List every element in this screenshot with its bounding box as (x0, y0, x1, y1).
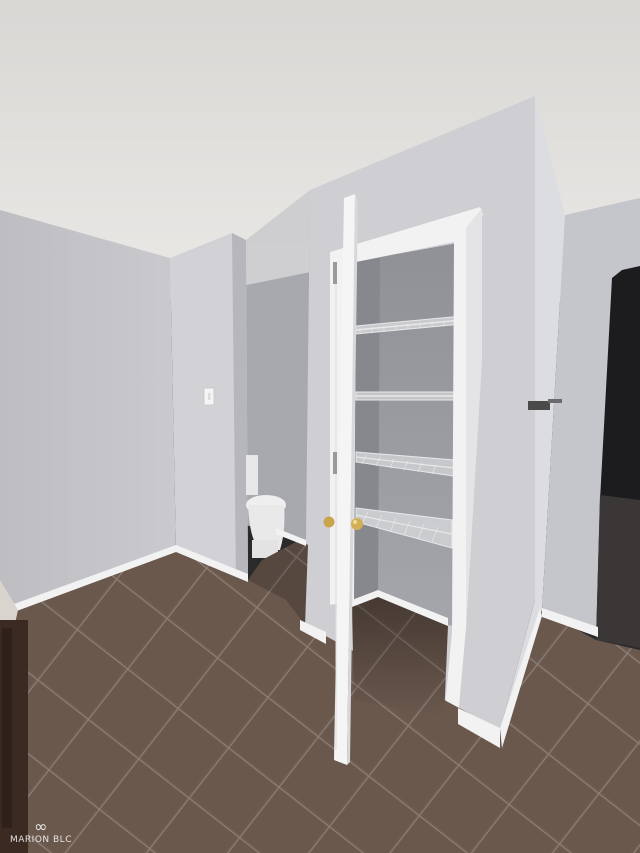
vanity-cabinet (0, 580, 28, 853)
door-stop (528, 401, 550, 410)
mls-watermark: ∞ MARION BLC (10, 817, 72, 846)
left-wall (0, 210, 176, 612)
hallway-carpet (596, 495, 640, 648)
shelf-2 (355, 391, 459, 401)
infinity-logo-icon: ∞ (34, 817, 48, 836)
watermark-text: MARION BLC (10, 835, 72, 845)
room-illustration (0, 0, 640, 853)
photo-scene: ∞ MARION BLC (0, 0, 640, 853)
